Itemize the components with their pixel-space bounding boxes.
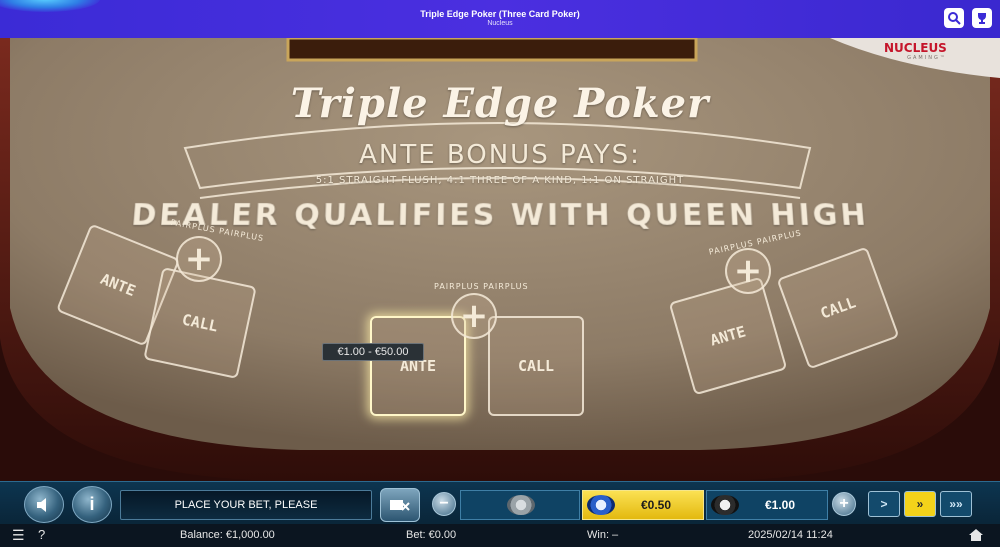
center-ante-spot[interactable]: ANTE [370,316,466,416]
game-title: Triple Edge Poker (Three Card Poker) [0,9,1000,19]
balance-display: Balance: €1,000.00 [180,529,275,541]
center-call-spot[interactable]: CALL [488,316,584,416]
left-call-spot[interactable]: CALL [143,267,256,379]
chip-selected-050[interactable]: €0.50 [582,490,704,520]
increase-chip-button[interactable]: + [832,492,856,516]
chip-value-050: €0.50 [641,498,671,512]
ante-bonus-paytable: 5:1 STRAIGHT FLUSH, 4:1 THREE OF A KIND,… [0,175,1000,186]
black-chip-icon [711,495,739,515]
search-icon [947,11,961,25]
table-title: Triple Edge Poker [0,80,1000,127]
clear-bets-button[interactable] [380,488,420,522]
sound-button[interactable] [24,486,64,523]
game-message: PLACE YOUR BET, PLEASE [120,490,372,520]
chevron-right-icon: > [880,497,887,511]
info-button[interactable]: i [72,486,112,523]
decrease-chip-button[interactable]: − [432,492,456,516]
center-pairplus-label: PAIRPLUS PAIRPLUS [434,282,529,291]
right-pairplus-spot[interactable]: + [725,248,771,294]
bet-range-tooltip: €1.00 - €50.00 [322,343,424,361]
faster-button[interactable]: »» [940,491,972,517]
help-icon[interactable]: ? [38,527,45,542]
menu-icon[interactable]: ☰ [12,527,25,544]
dealer-rule: DEALER QUALIFIES WITH QUEEN HIGH [0,198,1000,233]
home-icon[interactable] [968,528,984,542]
provider-name: Nucleus [0,20,1000,27]
fast-button[interactable]: » [904,491,936,517]
blue-chip-icon [587,495,615,515]
bet-display: Bet: €0.00 [406,529,456,541]
chip-slot-100[interactable]: €1.00 [706,490,828,520]
chip-placeholder-icon [507,495,535,515]
chip-value-100: €1.00 [765,498,795,512]
speaker-icon [35,497,53,513]
plus-icon: + [839,496,848,512]
win-display: Win: – [587,529,618,541]
nucleus-logo: NUCLEUS GAMING™ [884,41,947,61]
ante-bonus-heading: ANTE BONUS PAYS: [0,140,1000,170]
search-button[interactable] [944,8,964,28]
triple-chevron-icon: »» [949,497,962,511]
next-button[interactable]: > [868,491,900,517]
status-bar: ☰ ? Balance: €1,000.00 Bet: €0.00 Win: –… [0,524,1000,547]
double-chevron-icon: » [917,497,924,511]
poker-table: NUCLEUS GAMING™ Triple Edge Poker ANTE BO… [0,38,1000,481]
clear-icon [389,497,411,513]
control-bar: i PLACE YOUR BET, PLEASE − €0.50 €1.00 +… [0,481,1000,525]
center-pairplus-spot[interactable]: + [451,293,497,339]
info-icon: i [89,494,94,515]
minus-icon: − [439,496,448,512]
trophy-icon [975,11,989,25]
top-bar: Triple Edge Poker (Three Card Poker) Nuc… [0,0,1000,38]
chip-slot-empty[interactable] [460,490,580,520]
trophy-button[interactable] [972,8,992,28]
left-pairplus-spot[interactable]: + [176,236,222,282]
datetime-display: 2025/02/14 11:24 [748,529,833,541]
